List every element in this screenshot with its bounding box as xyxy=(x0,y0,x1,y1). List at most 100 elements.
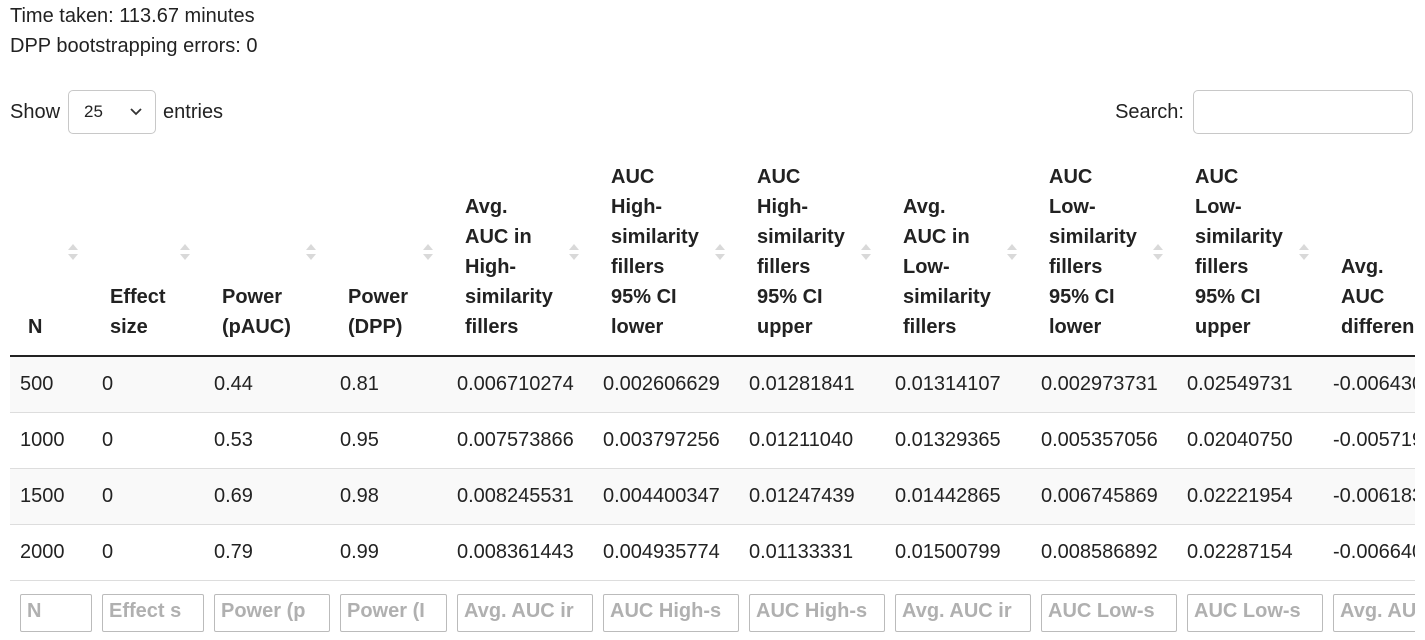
column-header-label: fillers xyxy=(757,256,811,278)
column-filter-input[interactable]: AUC Low-s xyxy=(1187,594,1323,632)
column-header[interactable]: Power (pAUC) xyxy=(204,150,330,357)
column-header-label: AUC in xyxy=(903,226,970,248)
column-header-label: Low- xyxy=(903,256,950,278)
column-header[interactable]: N xyxy=(10,150,92,357)
sort-icon xyxy=(1299,244,1309,260)
table-cell: 0.008245531 xyxy=(447,468,593,525)
entries-select-value: 25 xyxy=(84,102,103,121)
column-filter-input[interactable]: Power (I xyxy=(340,594,447,632)
column-header[interactable]: Avg. AUC difference xyxy=(1323,150,1415,357)
sort-icon xyxy=(861,244,871,260)
table-cell: 0.95 xyxy=(330,412,447,469)
column-filter-input[interactable]: Effect s xyxy=(102,594,204,632)
column-header-label: fillers xyxy=(903,316,957,338)
table-cell: 0.006745869 xyxy=(1031,468,1177,525)
column-filter-input[interactable]: Power (p xyxy=(214,594,330,632)
table-cell: 0.007573866 xyxy=(447,412,593,469)
table-cell: 0.01247439 xyxy=(739,468,885,525)
column-header-label: Low- xyxy=(1049,196,1096,218)
table-cell: 0.004400347 xyxy=(593,468,739,525)
filter-cell: Power (I xyxy=(330,581,447,640)
table-cell: 500 xyxy=(10,356,92,413)
table-cell: 0.99 xyxy=(330,524,447,581)
column-header-label: High- xyxy=(757,196,809,218)
column-header-label: similarity xyxy=(1049,226,1137,248)
table-cell: 0.002973731 xyxy=(1031,356,1177,413)
column-header[interactable]: Power (DPP) xyxy=(330,150,447,357)
column-header[interactable]: AUC Low-similarity fillers 95% CI upper xyxy=(1177,150,1323,357)
column-header-label: (pAUC) xyxy=(222,316,291,338)
filter-cell: Avg. AU xyxy=(1323,581,1415,640)
table-cell: 0.02221954 xyxy=(1177,468,1323,525)
column-filter-input[interactable]: Avg. AU xyxy=(1333,594,1415,632)
column-filter-input[interactable]: AUC High-s xyxy=(749,594,885,632)
column-header-label: size xyxy=(110,316,148,338)
column-header-label: upper xyxy=(757,316,813,338)
entries-select[interactable]: 25 xyxy=(68,90,157,134)
column-header[interactable]: AUC High-similarity fillers 95% CI upper xyxy=(739,150,885,357)
table-cell: 0.006710274 xyxy=(447,356,593,413)
filter-cell: AUC High-s xyxy=(739,581,885,640)
column-header-label: difference xyxy=(1341,316,1415,338)
column-header-label: 95% CI xyxy=(1195,286,1261,308)
column-header-label: lower xyxy=(611,316,664,338)
column-filter-input[interactable]: AUC High-s xyxy=(603,594,739,632)
column-header-label: similarity xyxy=(465,286,553,308)
column-header-label: Power xyxy=(222,286,283,308)
sort-icon xyxy=(423,244,433,260)
entries-label: entries xyxy=(163,100,224,123)
table-cell: 0 xyxy=(92,524,204,581)
search-input[interactable] xyxy=(1193,90,1413,134)
filter-cell: Power (p xyxy=(204,581,330,640)
column-header[interactable]: Avg. AUC in Low-similarity fillers xyxy=(885,150,1031,357)
table-cell: -0.006183 xyxy=(1323,468,1415,525)
table-row[interactable]: 500 0 0.44 0.81 0.006710274 0.002606629 0.0128… xyxy=(10,356,1415,413)
table-cell: 0.53 xyxy=(204,412,330,469)
sort-icon xyxy=(1007,244,1017,260)
column-header-label: similarity xyxy=(1195,226,1283,248)
time-taken-text: Time taken: 113.67 minutes xyxy=(10,5,255,27)
column-filter-input[interactable]: AUC Low-s xyxy=(1041,594,1177,632)
filter-cell: AUC Low-s xyxy=(1177,581,1323,640)
sort-icon xyxy=(715,244,725,260)
table-cell: 0.01314107 xyxy=(885,356,1031,413)
column-header[interactable]: AUC High-similarity fillers 95% CI lower xyxy=(593,150,739,357)
column-filter-input[interactable]: Avg. AUC ir xyxy=(457,594,593,632)
filter-cell: Effect s xyxy=(92,581,204,640)
column-header-label: fillers xyxy=(465,316,519,338)
column-header-label: Avg. xyxy=(903,196,946,218)
table-cell: 0.005357056 xyxy=(1031,412,1177,469)
table-row[interactable]: 1000 0 0.53 0.95 0.007573866 0.003797256 0.012… xyxy=(10,412,1415,469)
filter-cell: AUC High-s xyxy=(593,581,739,640)
column-header[interactable]: Effect size xyxy=(92,150,204,357)
table-row[interactable]: 1500 0 0.69 0.98 0.008245531 0.004400347 0.012… xyxy=(10,468,1415,525)
column-header-label: N xyxy=(28,316,43,338)
filter-cell: AUC Low-s xyxy=(1031,581,1177,640)
column-header-label: (DPP) xyxy=(348,316,403,338)
table-cell: 0.81 xyxy=(330,356,447,413)
column-header-label: 95% CI xyxy=(1049,286,1115,308)
table-header-row: N Effect size Power (pAUC) Power (DPP) Avg. AUC … xyxy=(10,150,1415,357)
column-header-label: AUC xyxy=(611,166,655,188)
column-header-label: similarity xyxy=(611,226,699,248)
column-header-label: AUC xyxy=(757,166,801,188)
column-header[interactable]: Avg. AUC in High-similarity fillers xyxy=(447,150,593,357)
table-cell: 0.01211040 xyxy=(739,412,885,469)
table-cell: 0.02040750 xyxy=(1177,412,1323,469)
column-filter-row: N Effect s Power (p Power (I Avg. AUC ir AUC … xyxy=(10,581,1415,640)
results-table: N Effect size Power (pAUC) Power (DPP) Avg. AUC … xyxy=(10,150,1415,640)
table-cell: 0 xyxy=(92,356,204,413)
column-header[interactable]: AUC Low-similarity fillers 95% CI lower xyxy=(1031,150,1177,357)
search-label: Search: xyxy=(1115,100,1184,123)
table-cell: -0.006430 xyxy=(1323,356,1415,413)
table-row[interactable]: 2000 0 0.79 0.99 0.008361443 0.004935774 0.011… xyxy=(10,524,1415,581)
table-cell: 0.69 xyxy=(204,468,330,525)
column-filter-input[interactable]: Avg. AUC ir xyxy=(895,594,1031,632)
column-header-label: similarity xyxy=(903,286,991,308)
table-cell: 0 xyxy=(92,412,204,469)
table-cell: 0.002606629 xyxy=(593,356,739,413)
table-cell: 0 xyxy=(92,468,204,525)
table-cell: 0.004935774 xyxy=(593,524,739,581)
column-filter-input[interactable]: N xyxy=(20,594,92,632)
show-label: Show xyxy=(10,100,61,123)
